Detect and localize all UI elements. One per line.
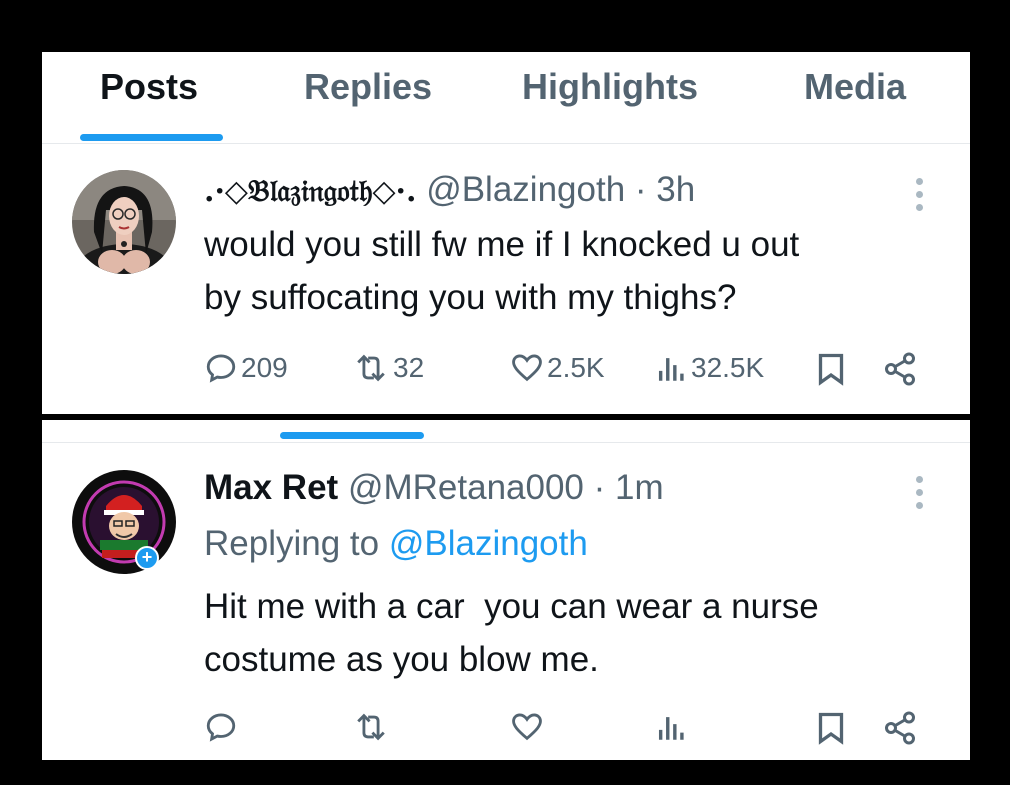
timestamp[interactable]: · 3h	[635, 170, 695, 209]
bookmark-button[interactable]	[816, 710, 846, 746]
bookmark-button[interactable]	[816, 351, 846, 387]
reply-button[interactable]: 209	[204, 351, 288, 385]
active-tab-indicator	[80, 134, 223, 141]
reply-button[interactable]	[204, 710, 238, 744]
profile-panel: Posts Replies Highlights Media .·◇𝔅𝔩𝔞𝔷𝔦𝔫…	[42, 52, 970, 414]
timestamp[interactable]: · 1m	[594, 468, 664, 507]
views-button[interactable]: 32.5K	[656, 351, 764, 385]
tweet-text-line: costume as you blow me.	[204, 640, 599, 679]
views-count: 32.5K	[691, 352, 765, 383]
tab-posts[interactable]: Posts	[100, 66, 198, 108]
reply-icon	[206, 354, 236, 383]
share-icon	[885, 711, 915, 745]
repost-icon	[357, 713, 385, 741]
tweet-text-line: would you still fw me if I knocked u out	[204, 225, 800, 264]
views-button[interactable]	[656, 710, 688, 744]
tab-replies[interactable]: Replies	[304, 66, 432, 108]
divider	[42, 442, 970, 443]
avatar[interactable]	[72, 170, 176, 274]
like-button[interactable]: 2.5K	[510, 351, 605, 385]
profile-tabs: Posts Replies Highlights Media	[42, 52, 970, 144]
share-icon	[885, 352, 915, 386]
tab-indicator	[280, 432, 424, 439]
verified-badge: +	[135, 546, 159, 570]
reply-panel: + Max Ret @MRetana000 · 1m Replying to @…	[42, 420, 970, 760]
tweet-text-line: Hit me with a car you can wear a nurse	[204, 587, 819, 626]
more-icon[interactable]	[915, 178, 925, 218]
tweet-text: Hit me with a car you can wear a nurse c…	[204, 580, 944, 686]
tweet-text-line: by suffocating you with my thighs?	[204, 278, 737, 317]
display-name[interactable]: Max Ret	[204, 468, 338, 507]
tab-highlights[interactable]: Highlights	[522, 66, 698, 108]
avatar[interactable]	[72, 470, 176, 574]
reply-count: 209	[241, 352, 288, 383]
replying-to-link[interactable]: @Blazingoth	[389, 524, 588, 563]
handle[interactable]: @MRetana000	[348, 468, 584, 507]
like-button[interactable]	[510, 710, 544, 744]
more-icon[interactable]	[915, 476, 925, 516]
tweet-text: would you still fw me if I knocked u out…	[204, 218, 944, 324]
replying-to-label: Replying to	[204, 524, 380, 563]
share-button[interactable]	[882, 351, 918, 387]
views-icon	[658, 717, 684, 740]
share-button[interactable]	[882, 710, 918, 746]
like-count: 2.5K	[547, 352, 605, 383]
repost-button[interactable]	[352, 710, 390, 744]
repost-count: 32	[393, 352, 425, 383]
replying-to: Replying to @Blazingoth	[204, 524, 588, 564]
reply-icon	[206, 713, 236, 742]
handle[interactable]: @Blazingoth	[426, 170, 625, 209]
repost-icon	[357, 354, 385, 382]
display-name[interactable]: .·◇𝔅𝔩𝔞𝔷𝔦𝔫𝔤𝔬𝔱𝔥◇·.	[204, 174, 416, 209]
bookmark-icon	[818, 712, 844, 745]
like-icon	[512, 354, 542, 382]
views-icon	[658, 358, 684, 381]
like-icon	[512, 713, 542, 741]
repost-button[interactable]: 32	[352, 351, 424, 385]
bookmark-icon	[818, 353, 844, 386]
tab-media[interactable]: Media	[804, 66, 906, 108]
